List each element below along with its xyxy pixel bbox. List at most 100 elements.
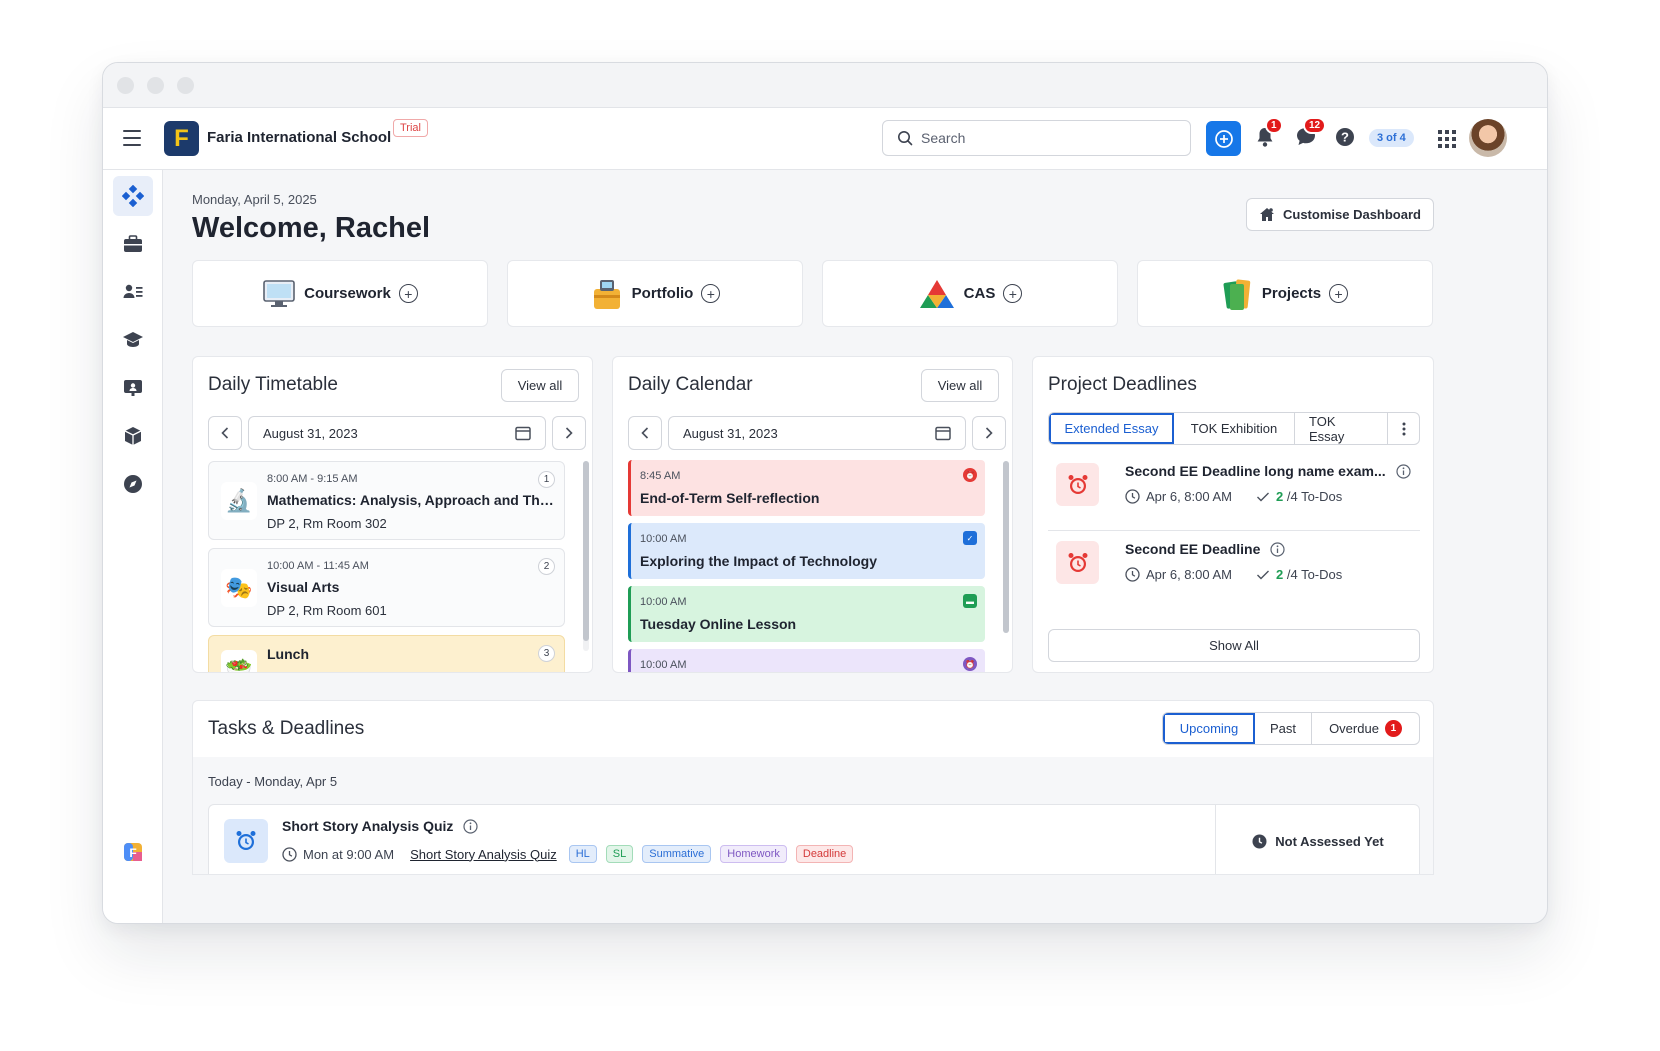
quick-action-label: Portfolio <box>631 285 694 302</box>
add-portfolio-icon[interactable]: + <box>701 284 721 303</box>
timetable-date-picker[interactable]: August 31, 2023 <box>248 416 546 450</box>
add-coursework-icon[interactable]: + <box>398 284 418 303</box>
timetable-item-subject: Visual Arts <box>267 579 340 595</box>
calendar-event[interactable]: 8:45 AM End-of-Term Self-reflection ⏰ <box>628 460 985 516</box>
sidebar: F <box>103 170 163 923</box>
calendar-date-picker[interactable]: August 31, 2023 <box>668 416 966 450</box>
tab-tok-exhibition[interactable]: TOK Exhibition <box>1174 413 1295 444</box>
quick-action-portfolio[interactable]: Portfolio + <box>507 260 803 327</box>
tab-past[interactable]: Past <box>1255 713 1312 744</box>
window-maximize-dot[interactable] <box>177 76 194 94</box>
search-input[interactable] <box>921 130 1161 146</box>
tab-tok-essay[interactable]: TOK Essay <box>1295 413 1388 444</box>
info-icon[interactable] <box>1270 541 1285 557</box>
calendar-icon <box>515 426 531 441</box>
deadline-title: Second EE Deadline long name exam... <box>1125 463 1386 479</box>
task-link[interactable]: Short Story Analysis Quiz <box>410 847 557 862</box>
calendar-event-time: 10:00 AM <box>640 596 687 608</box>
search-bar[interactable] <box>882 120 1191 156</box>
menu-icon[interactable] <box>123 130 141 146</box>
timetable-item-subject: Lunch <box>267 646 309 662</box>
sidebar-item-packages[interactable] <box>113 416 153 456</box>
info-icon[interactable] <box>463 818 479 834</box>
calendar-scroll-thumb[interactable] <box>1003 461 1009 633</box>
event-icon: ⏰ <box>963 657 977 671</box>
timetable-next-button[interactable] <box>552 416 586 450</box>
sidebar-item-dashboard[interactable] <box>113 176 153 216</box>
sidebar-item-people[interactable] <box>113 272 153 312</box>
add-project-icon[interactable]: + <box>1329 284 1349 303</box>
apps-grid-icon[interactable] <box>1438 130 1456 148</box>
create-button[interactable] <box>1206 121 1241 156</box>
tag-sl: SL <box>605 845 634 863</box>
help-progress-pill[interactable]: 3 of 4 <box>1369 129 1414 147</box>
show-all-deadlines-button[interactable]: Show All <box>1048 629 1420 662</box>
info-icon[interactable] <box>1396 463 1411 479</box>
tasks-title: Tasks & Deadlines <box>208 718 365 739</box>
add-cas-icon[interactable]: + <box>1003 284 1023 303</box>
timetable-item[interactable]: 🔬 8:00 AM - 9:15 AM Mathematics: Analysi… <box>208 461 565 540</box>
more-tabs-button[interactable] <box>1388 413 1419 444</box>
calendar-event-time: 8:45 AM <box>640 470 681 482</box>
quick-action-projects[interactable]: Projects + <box>1137 260 1433 327</box>
sidebar-item-explore[interactable] <box>113 464 153 504</box>
timetable-scroll-thumb[interactable] <box>583 461 589 641</box>
sidebar-item-academics[interactable] <box>113 320 153 360</box>
quick-action-coursework[interactable]: Coursework + <box>192 260 488 327</box>
chevron-right-icon <box>985 427 993 439</box>
customise-dashboard-label: Customise Dashboard <box>1283 207 1421 222</box>
window-close-dot[interactable] <box>117 76 134 94</box>
dashboard-diamond-icon <box>122 185 144 207</box>
calendar-scrollbar[interactable] <box>1003 461 1009 633</box>
timetable-prev-button[interactable] <box>208 416 242 450</box>
project-deadlines-card: Project Deadlines Extended Essay TOK Exh… <box>1032 356 1434 673</box>
school-logo[interactable]: F <box>164 121 199 156</box>
user-avatar[interactable] <box>1469 119 1507 157</box>
timetable-item[interactable]: 🎭 10:00 AM - 11:45 AM Visual Arts DP 2, … <box>208 548 565 627</box>
graduation-cap-icon <box>123 332 143 347</box>
deadline-item[interactable]: Second EE Deadline Apr 6, 8:00 AM 2 /4 T… <box>1048 531 1420 609</box>
tab-extended-essay[interactable]: Extended Essay <box>1049 413 1174 444</box>
timetable-item-number: 1 <box>538 471 555 488</box>
sidebar-item-presentation[interactable] <box>113 368 153 408</box>
deadline-item[interactable]: Second EE Deadline long name exam... Apr… <box>1048 453 1420 531</box>
calendar-event[interactable]: 10:00 AM ⏰ <box>628 649 985 672</box>
task-icon: ✓ <box>963 531 977 545</box>
calendar-prev-button[interactable] <box>628 416 662 450</box>
timetable-item-room: DP 2, Rm Room 601 <box>267 603 387 618</box>
help-button[interactable]: ? <box>1335 127 1355 152</box>
task-row[interactable]: Short Story Analysis Quiz Mon at 9:00 AM… <box>208 804 1420 874</box>
timetable-item-subject: Mathematics: Analysis, Approach and The.… <box>267 492 557 508</box>
timetable-scrollbar[interactable] <box>583 461 589 651</box>
calendar-view-all-button[interactable]: View all <box>921 369 999 402</box>
quick-action-cas[interactable]: CAS + <box>822 260 1118 327</box>
calendar-date: August 31, 2023 <box>683 425 778 441</box>
timetable-item[interactable]: 🥗 Lunch 3 <box>208 635 565 672</box>
customise-dashboard-button[interactable]: Customise Dashboard <box>1246 198 1434 231</box>
customise-home-icon <box>1260 208 1274 221</box>
calendar-title: Daily Calendar <box>628 374 753 395</box>
cas-triangle-icon <box>919 279 954 308</box>
svg-text:?: ? <box>1341 130 1349 145</box>
tab-overdue[interactable]: Overdue 1 <box>1312 713 1419 744</box>
calendar-event-title: Tuesday Online Lesson <box>640 616 797 632</box>
window-minimize-dot[interactable] <box>147 76 164 94</box>
current-date: Monday, April 5, 2025 <box>192 192 317 207</box>
calendar-event[interactable]: 10:00 AM Exploring the Impact of Technol… <box>628 523 985 579</box>
check-icon <box>1257 570 1269 579</box>
timetable-view-all-button[interactable]: View all <box>501 369 579 402</box>
today-label: Today - Monday, Apr 5 <box>208 774 338 789</box>
alarm-clock-icon <box>1056 463 1099 506</box>
todos-done: 2 <box>1276 489 1284 504</box>
timetable-date: August 31, 2023 <box>263 425 358 441</box>
theatre-masks-icon: 🎭 <box>221 569 257 607</box>
timetable-item-number: 3 <box>538 645 555 662</box>
calendar-event[interactable]: 10:00 AM Tuesday Online Lesson ▬ <box>628 586 985 642</box>
tag-homework: Homework <box>720 845 787 863</box>
todos-total: /4 To-Dos <box>1286 567 1343 582</box>
plus-circle-icon <box>1214 129 1233 148</box>
calendar-next-button[interactable] <box>972 416 1006 450</box>
sidebar-item-faria-app[interactable]: F <box>113 832 153 872</box>
sidebar-item-briefcase[interactable] <box>113 224 153 264</box>
tab-upcoming[interactable]: Upcoming <box>1163 713 1255 744</box>
